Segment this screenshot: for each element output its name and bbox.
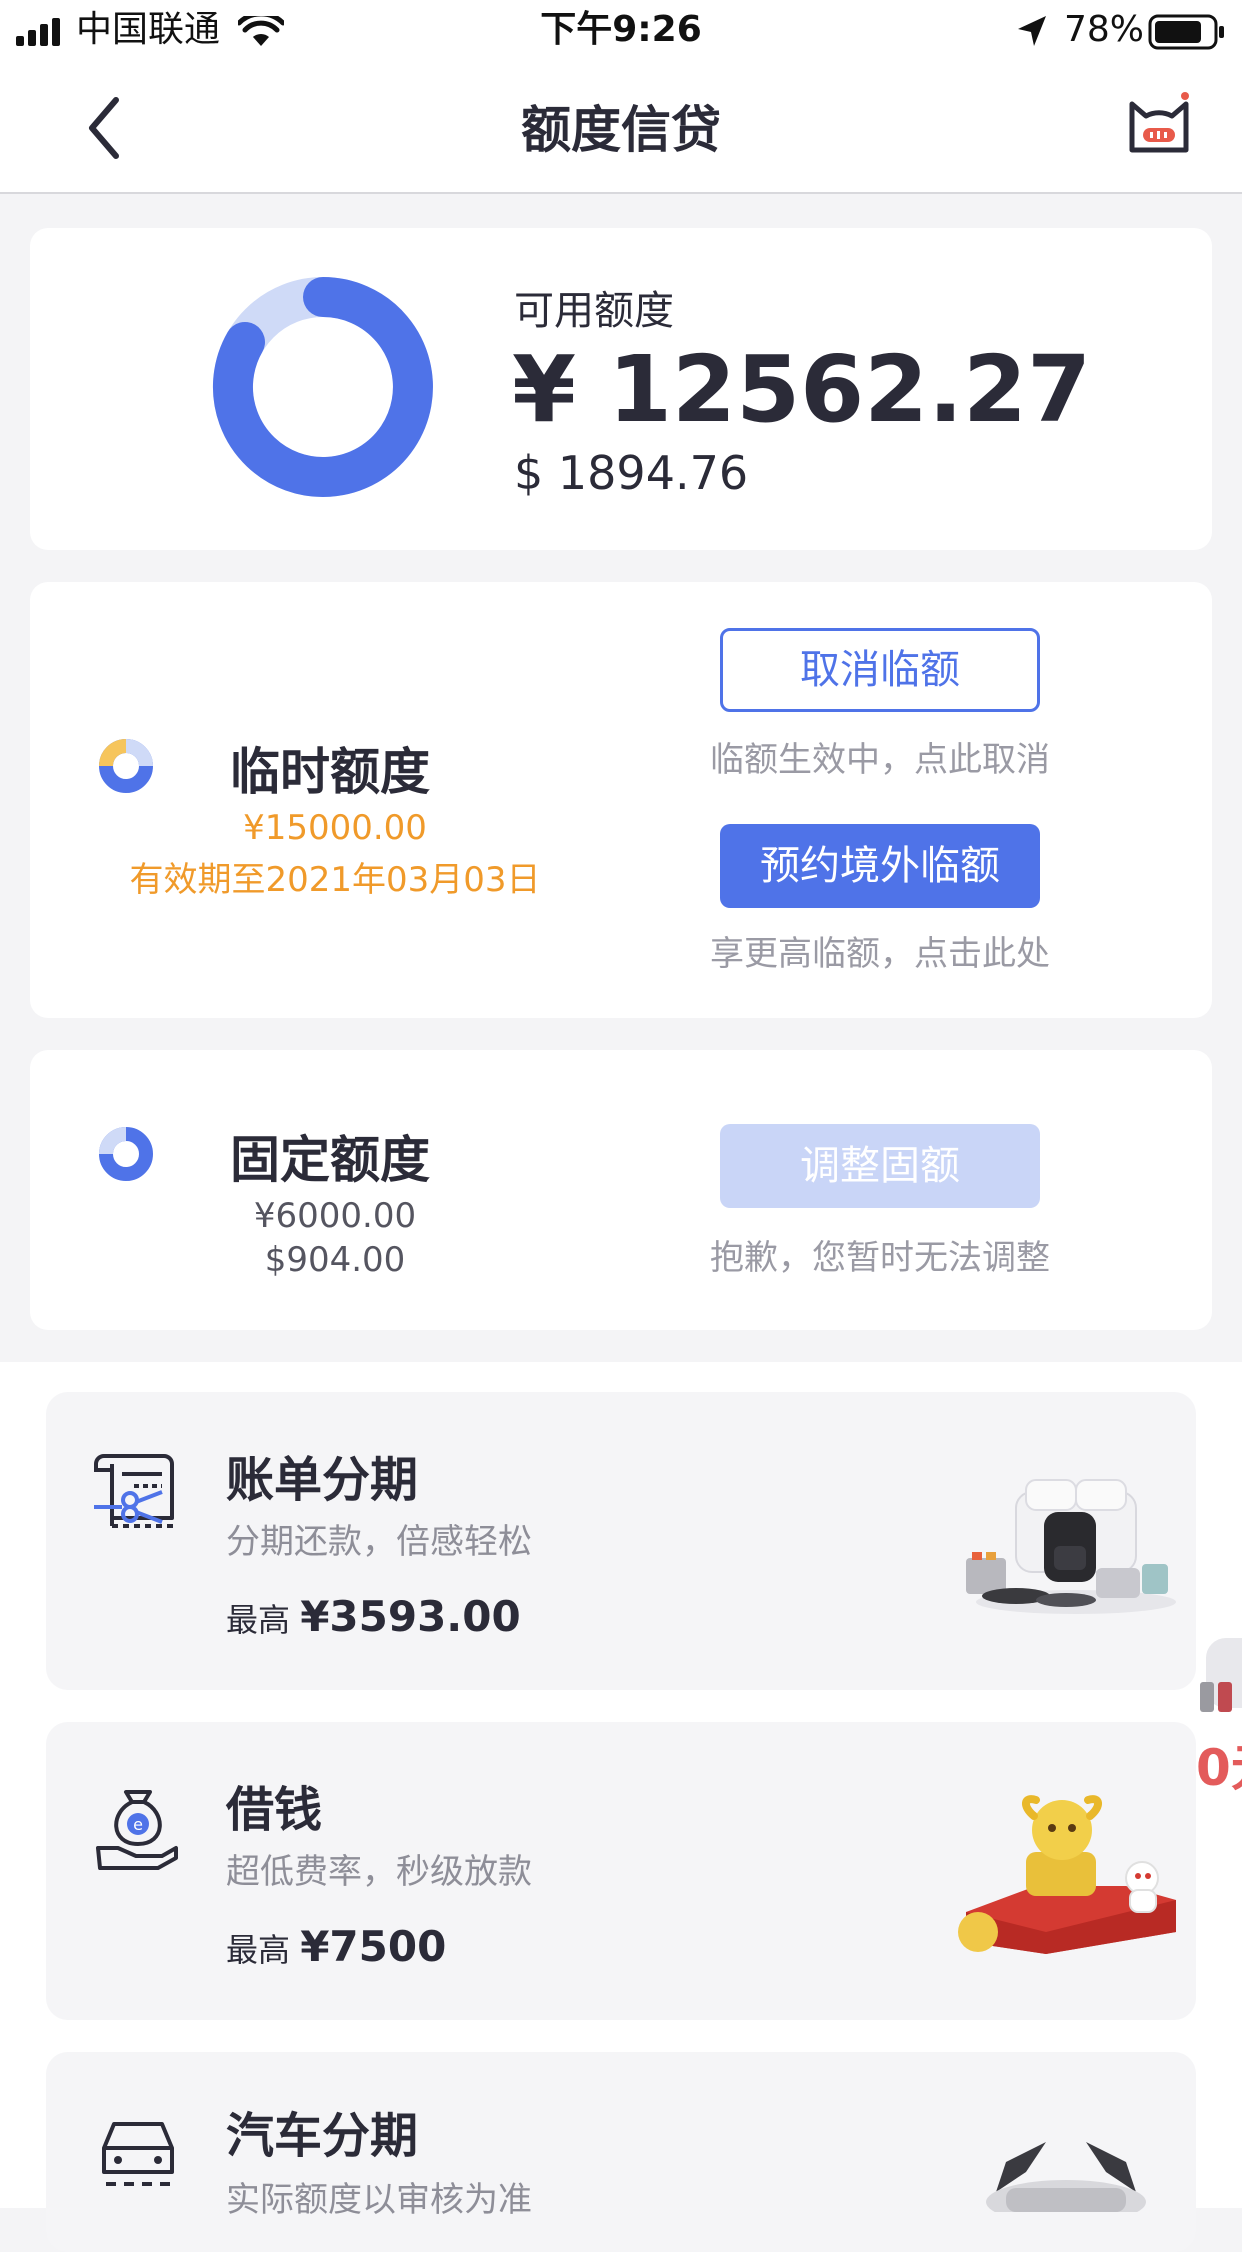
household-goods-illustration [966, 1479, 1176, 1614]
temporary-title: 临时额度 [230, 743, 430, 801]
service-max-amount: 最高 ¥3593.00 [226, 1592, 521, 1641]
car-illustration [986, 2142, 1146, 2212]
service-title: 账单分期 [226, 1452, 419, 1508]
service-max-amount: 最高 ¥7500 [226, 1922, 447, 1971]
adjust-fixed-button[interactable]: 调整固额 [720, 1124, 1040, 1208]
carousel-peek-image [1200, 1638, 1242, 1712]
service-subtitle: 超低费率，秒级放款 [226, 1852, 532, 1892]
money-bag-hand-icon: e [96, 1790, 178, 1870]
temporary-validity: 有效期至2021年03月03日 [129, 860, 541, 900]
available-credit-card: 可用额度 ¥ 12562.27 $ 1894.76 [30, 228, 1212, 550]
fixed-credit-pie-icon [99, 1127, 153, 1181]
clock: 下午9:26 [540, 9, 702, 50]
battery-percent: 78% [1064, 9, 1145, 50]
service-subtitle: 分期还款，倍感轻松 [226, 1522, 532, 1562]
bill-scissors-icon [94, 1454, 176, 1528]
car-icon [102, 2122, 174, 2186]
service-card-car-installment[interactable]: 汽车分期 实际额度以审核为准 [46, 2052, 1196, 2252]
cancel-temporary-button[interactable]: 取消临额 [720, 628, 1040, 712]
golden-ox-illustration [958, 1795, 1176, 1954]
service-title: 汽车分期 [226, 2108, 419, 2164]
temporary-credit-card: 临时额度 ¥15000.00 有效期至2021年03月03日 取消临额 临额生效… [30, 582, 1212, 1018]
service-subtitle: 实际额度以审核为准 [226, 2180, 532, 2220]
reserve-hint: 享更高临额，点击此处 [710, 934, 1050, 974]
available-label: 可用额度 [514, 288, 674, 334]
page-title: 额度信贷 [521, 101, 721, 159]
temporary-amount: ¥15000.00 [243, 808, 427, 848]
services-section: 账单分期 分期还款，倍感轻松 最高 ¥3593.00 e 借钱 超低费率，秒级放… [0, 1362, 1242, 2252]
fixed-amount-usd: $904.00 [264, 1240, 406, 1280]
service-title: 借钱 [226, 1782, 323, 1838]
location-arrow-icon [1018, 16, 1046, 46]
available-amount-usd: $ 1894.76 [514, 446, 749, 500]
reserve-overseas-button[interactable]: 预约境外临额 [720, 824, 1040, 908]
temporary-credit-pie-icon [99, 739, 153, 793]
fixed-title: 固定额度 [230, 1131, 430, 1189]
carousel-peek-text: 0元 [1196, 1739, 1242, 1792]
nav-bar: 额度信贷 [0, 62, 1242, 194]
svg-text:e: e [133, 1815, 143, 1834]
available-credit-ring [212, 277, 433, 497]
service-card-bill-installment[interactable]: 账单分期 分期还款，倍感轻松 最高 ¥3593.00 [46, 1392, 1196, 1690]
fixed-credit-card: 固定额度 ¥6000.00 $904.00 调整固额 抱歉，您暂时无法调整 [30, 1050, 1212, 1330]
adjust-hint: 抱歉，您暂时无法调整 [710, 1238, 1050, 1278]
status-bar: 中国联通 下午9:26 78% [0, 0, 1242, 62]
carousel-peek: 0元 [1196, 1632, 1242, 1792]
available-amount-cny: ¥ 12562.27 [512, 336, 1092, 443]
cancel-hint: 临额生效中，点此取消 [710, 740, 1050, 780]
battery-icon [1148, 14, 1224, 50]
customer-service-cat-icon[interactable] [1126, 90, 1192, 156]
fixed-amount-cny: ¥6000.00 [253, 1196, 417, 1236]
service-card-borrow[interactable]: e 借钱 超低费率，秒级放款 最高 ¥7500 [46, 1722, 1196, 2020]
